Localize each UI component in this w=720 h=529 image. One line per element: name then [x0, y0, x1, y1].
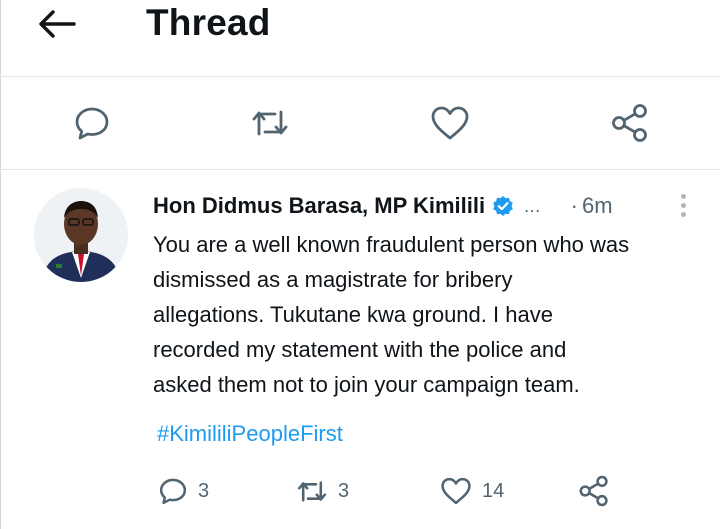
share-button[interactable] [608, 101, 652, 145]
retweet-icon [252, 110, 288, 136]
reply-button[interactable] [70, 101, 114, 145]
profile-photo [34, 188, 128, 282]
reply-count: 3 [198, 479, 210, 502]
like-count: 14 [482, 479, 505, 502]
more-options-button[interactable] [672, 188, 694, 222]
more-vertical-dot [680, 202, 686, 208]
divider [0, 169, 720, 170]
back-button[interactable] [34, 4, 78, 44]
reply-icon [75, 107, 109, 140]
retweet-stat-button[interactable]: 3 [296, 473, 349, 509]
heart-icon [441, 477, 471, 505]
separator-dot: · [570, 193, 578, 218]
author-handle[interactable]: ... [524, 196, 541, 217]
header: Thread [0, 0, 720, 76]
retweet-button[interactable] [248, 101, 292, 145]
author-name[interactable]: Hon Didmus Barasa, MP Kimilili [153, 193, 485, 219]
like-button[interactable] [428, 101, 472, 145]
tweet-header: Hon Didmus Barasa, MP Kimilili ... · 6m [153, 191, 693, 221]
tweet-text-line: dismissed as a magistrate for bribery [153, 267, 513, 292]
retweet-icon [297, 480, 327, 502]
tweet-text-line: asked them not to join your campaign tea… [153, 372, 580, 397]
avatar[interactable] [34, 188, 128, 282]
heart-icon [431, 106, 469, 140]
reply-icon [159, 478, 187, 505]
more-vertical-icon [680, 193, 686, 199]
hashtag-link[interactable]: #KimililiPeopleFirst [157, 421, 343, 447]
tweet-text-line: allegations. Tukutane kwa ground. I have [153, 302, 553, 327]
arrow-left-icon [39, 10, 76, 38]
share-icon [612, 104, 647, 142]
reply-stat-button[interactable]: 3 [158, 473, 209, 509]
more-vertical-dot [680, 211, 686, 217]
tweet-reply[interactable]: Hon Didmus Barasa, MP Kimilili ... · 6m … [0, 171, 720, 529]
tweet-text-line: recorded my statement with the police an… [153, 337, 567, 362]
share-icon [579, 475, 608, 507]
tweet-text-line: You are a well known fraudulent person w… [153, 232, 630, 257]
page-title: Thread [146, 2, 271, 43]
share-stat-button[interactable] [578, 473, 610, 509]
verified-badge-icon [492, 195, 514, 217]
like-stat-button[interactable]: 14 [440, 473, 504, 509]
timestamp[interactable]: 6m [582, 193, 613, 219]
tweet-action-bar [0, 77, 720, 169]
tweet-text: You are a well known fraudulent person w… [153, 227, 683, 402]
retweet-count: 3 [338, 479, 350, 502]
